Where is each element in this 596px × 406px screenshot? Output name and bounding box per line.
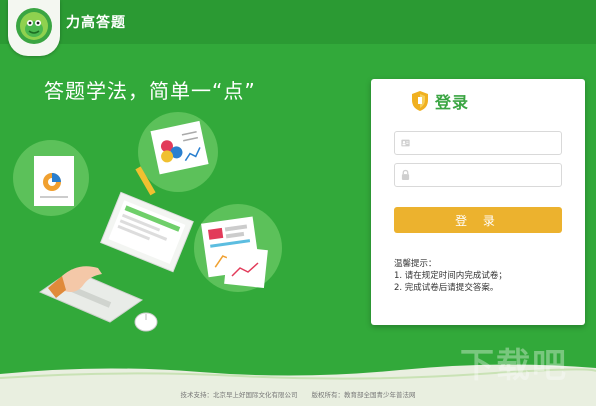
user-card-icon bbox=[401, 139, 410, 147]
watermark: 下载吧 bbox=[460, 346, 568, 386]
logo-tab bbox=[8, 0, 60, 56]
login-header: 登录 bbox=[411, 89, 469, 113]
lock-icon bbox=[401, 169, 410, 180]
tip-item: 1. 请在规定时间内完成试卷； bbox=[394, 271, 507, 281]
app-title: 力高答题 bbox=[66, 15, 126, 31]
footer-copyright: 版权所有：教育部全国青少年普法网 bbox=[311, 391, 416, 399]
login-title: 登录 bbox=[435, 93, 470, 112]
login-panel: 登录 登 录 温馨提示： 1. 请在规定时间内完成试卷； 2. 完成试卷后请提交… bbox=[371, 79, 585, 325]
hero-illustration bbox=[13, 112, 282, 332]
shield-icon bbox=[412, 91, 428, 111]
password-field[interactable] bbox=[394, 163, 562, 187]
footer: 技术支持：北京早上好国际文化有限公司 版权所有：教育部全国青少年普法网 bbox=[0, 389, 596, 399]
username-input[interactable] bbox=[416, 133, 561, 153]
username-field[interactable] bbox=[394, 131, 562, 155]
tip-item: 2. 完成试卷后请提交答案。 bbox=[394, 283, 499, 293]
login-button[interactable]: 登 录 bbox=[394, 207, 562, 233]
tips-title: 温馨提示： bbox=[394, 259, 437, 269]
password-input[interactable] bbox=[416, 165, 561, 185]
tips-section: 温馨提示： 1. 请在规定时间内完成试卷； 2. 完成试卷后请提交答案。 bbox=[394, 258, 507, 294]
footer-support: 技术支持：北京早上好国际文化有限公司 bbox=[180, 391, 298, 399]
mascot-logo-icon bbox=[16, 8, 52, 44]
